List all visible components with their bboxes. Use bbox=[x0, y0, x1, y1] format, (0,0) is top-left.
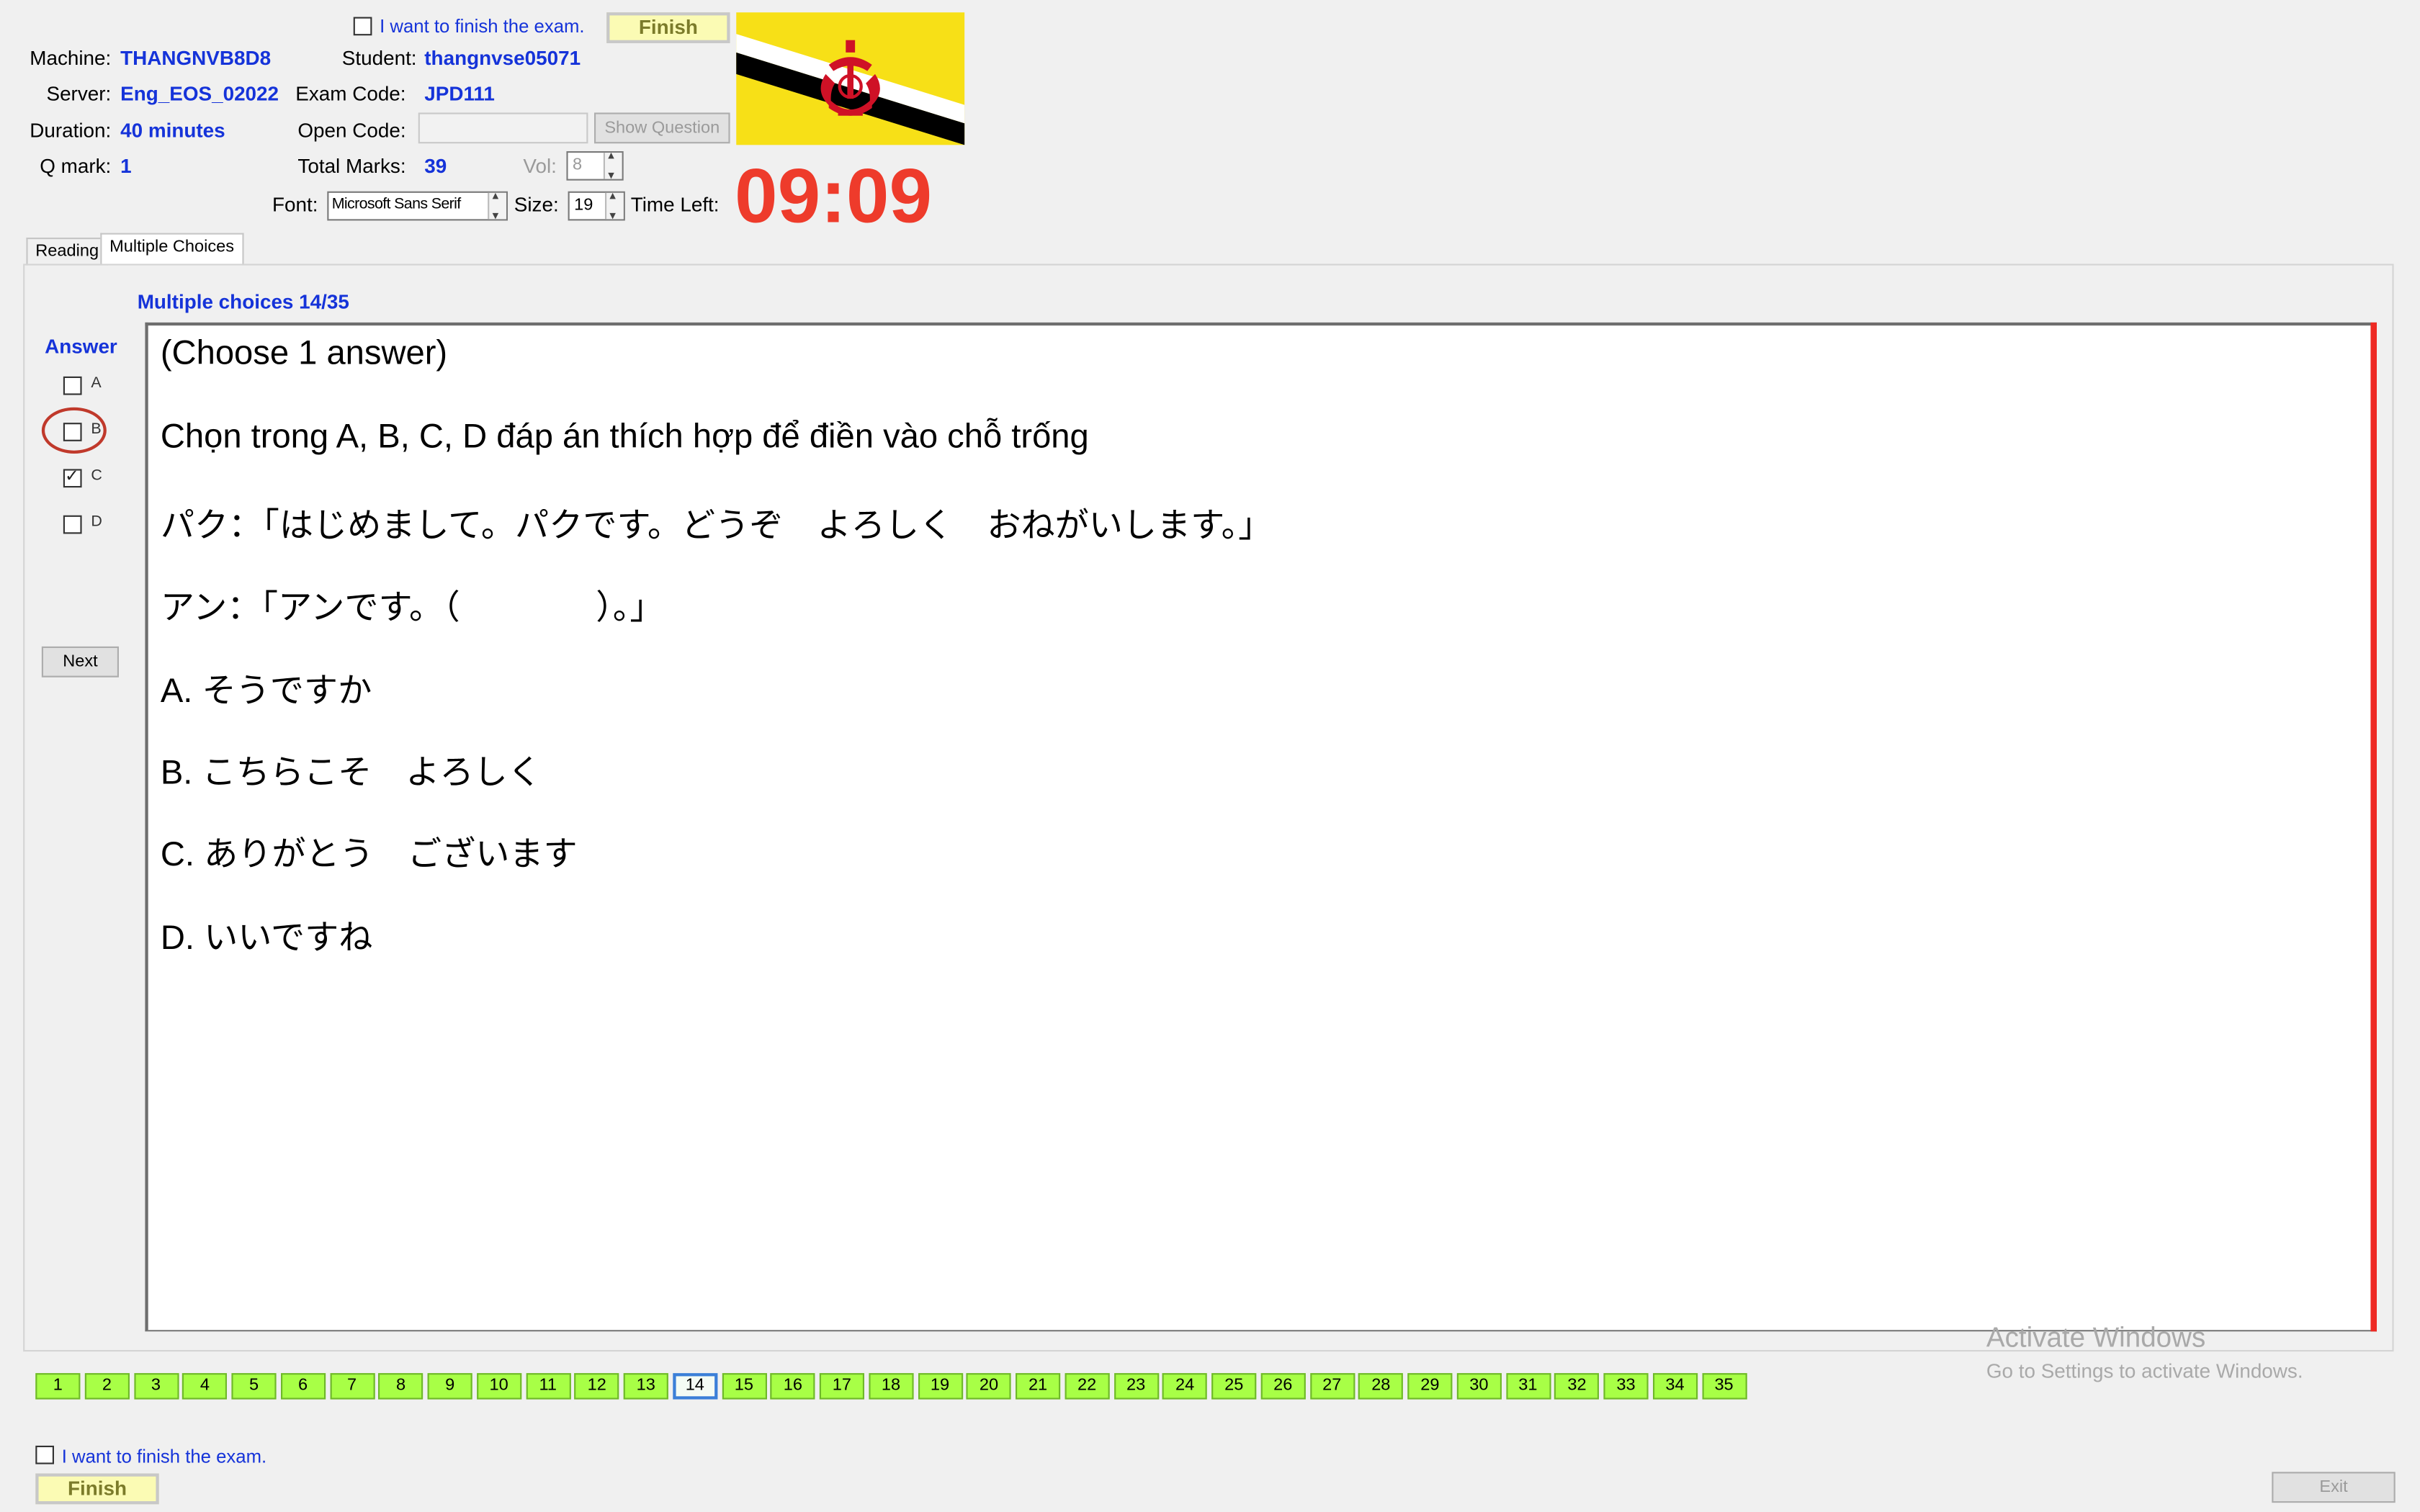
vol-spinner[interactable]: 8 bbox=[566, 148, 624, 182]
question-dialog-line-1: パク：「はじめまして。パクです。どうぞ よろしく おねがいします。」 bbox=[160, 505, 1273, 545]
question-dialog-line-2: アン：「アンです。（ ）。」 bbox=[160, 588, 664, 626]
question-number-button[interactable]: 35 bbox=[1701, 1373, 1747, 1400]
answer-label: Answer bbox=[45, 335, 117, 359]
question-number-button[interactable]: 19 bbox=[917, 1373, 963, 1400]
show-question-button[interactable]: Show Question bbox=[594, 112, 730, 144]
time-left-label: Time Left: bbox=[630, 192, 720, 216]
activate-windows-title: Activate Windows bbox=[1986, 1322, 2206, 1354]
machine-value: THANGNVB8D8 bbox=[120, 46, 272, 70]
question-number-button[interactable]: 29 bbox=[1407, 1373, 1453, 1400]
question-number-button[interactable]: 21 bbox=[1016, 1373, 1061, 1400]
question-content-box[interactable]: (Choose 1 answer) Chọn trong A, B, C, D … bbox=[145, 322, 2378, 1332]
size-value: 19 bbox=[574, 196, 593, 215]
qmark-value: 1 bbox=[120, 154, 132, 178]
font-value: Microsoft Sans Serif bbox=[331, 196, 462, 213]
question-number-button[interactable]: 17 bbox=[819, 1373, 864, 1400]
question-option-c: C. ありがとう ございます bbox=[160, 834, 578, 873]
question-number-button[interactable]: 6 bbox=[280, 1373, 326, 1400]
red-marker-bar bbox=[2370, 322, 2377, 1332]
open-code-input[interactable] bbox=[418, 112, 588, 144]
question-option-d: D. いいですね bbox=[160, 918, 373, 957]
question-number-button[interactable]: 22 bbox=[1065, 1373, 1110, 1400]
question-number-button[interactable]: 28 bbox=[1358, 1373, 1404, 1400]
answer-c-checkbox[interactable] bbox=[63, 466, 82, 488]
vol-value: 8 bbox=[573, 156, 583, 175]
finish-exam-checkbox-top[interactable] bbox=[353, 17, 372, 36]
question-number-button[interactable]: 1 bbox=[35, 1373, 81, 1400]
question-number-button[interactable]: 15 bbox=[721, 1373, 766, 1400]
question-number-button[interactable]: 14 bbox=[672, 1373, 717, 1400]
total-marks-value: 39 bbox=[424, 154, 447, 178]
question-number-button[interactable]: 33 bbox=[1603, 1373, 1649, 1400]
answer-a-label: A bbox=[91, 374, 102, 392]
question-instruction: (Choose 1 answer) bbox=[160, 333, 448, 372]
font-selector[interactable]: Microsoft Sans Serif bbox=[327, 188, 508, 222]
machine-label: Machine: bbox=[30, 46, 112, 70]
brunei-flag-image bbox=[736, 12, 965, 145]
question-number-button[interactable]: 12 bbox=[574, 1373, 619, 1400]
question-number-button[interactable]: 32 bbox=[1554, 1373, 1600, 1400]
tab-reading[interactable]: Reading bbox=[26, 238, 108, 266]
exit-button[interactable]: Exit bbox=[2272, 1472, 2396, 1503]
finish-exam-checkbox-bottom-label: I want to finish the exam. bbox=[61, 1445, 267, 1467]
red-circle-annotation bbox=[41, 407, 107, 454]
vol-spinner-arrows-icon[interactable] bbox=[603, 148, 622, 182]
question-number-button[interactable]: 7 bbox=[329, 1373, 375, 1400]
question-number-button[interactable]: 10 bbox=[476, 1373, 521, 1400]
exam-code-value: JPD111 bbox=[424, 81, 495, 105]
student-label: Student: bbox=[341, 46, 417, 70]
question-number-button[interactable]: 30 bbox=[1456, 1373, 1502, 1400]
question-number-button[interactable]: 18 bbox=[868, 1373, 914, 1400]
answer-a-checkbox[interactable] bbox=[63, 376, 82, 395]
question-number-button[interactable]: 2 bbox=[84, 1373, 130, 1400]
question-number-button[interactable]: 8 bbox=[378, 1373, 424, 1400]
question-number-button[interactable]: 9 bbox=[427, 1373, 472, 1400]
finish-button-top[interactable]: Finish bbox=[606, 12, 730, 43]
tab-multiple-choices[interactable]: Multiple Choices bbox=[100, 233, 243, 266]
font-label: Font: bbox=[272, 192, 318, 216]
size-label: Size: bbox=[514, 192, 559, 216]
question-number-button[interactable]: 24 bbox=[1162, 1373, 1208, 1400]
open-code-label: Open Code: bbox=[297, 119, 406, 143]
qmark-label: Q mark: bbox=[40, 154, 112, 178]
answer-c-label: C bbox=[91, 467, 102, 485]
question-number-button[interactable]: 13 bbox=[623, 1373, 668, 1400]
duration-label: Duration: bbox=[30, 119, 112, 143]
question-number-button[interactable]: 25 bbox=[1211, 1373, 1257, 1400]
exam-code-label: Exam Code: bbox=[295, 81, 406, 105]
size-spinner[interactable]: 19 bbox=[568, 188, 625, 222]
finish-exam-checkbox-bottom[interactable] bbox=[35, 1445, 54, 1464]
time-left-timer: 09:09 bbox=[734, 153, 933, 240]
question-number-button[interactable]: 20 bbox=[966, 1373, 1012, 1400]
question-number-button[interactable]: 5 bbox=[231, 1373, 277, 1400]
question-number-button[interactable]: 31 bbox=[1505, 1373, 1551, 1400]
question-number-button[interactable]: 27 bbox=[1309, 1373, 1355, 1400]
question-number-button[interactable]: 23 bbox=[1113, 1373, 1159, 1400]
exam-window: I want to finish the exam. Finish Machin… bbox=[0, 0, 2420, 1512]
server-value: Eng_EOS_02022 bbox=[120, 81, 279, 105]
question-number-button[interactable]: 11 bbox=[525, 1373, 570, 1400]
question-prompt: Chọn trong A, B, C, D đáp án thích hợp đ… bbox=[160, 416, 1089, 456]
font-spinner-arrows-icon[interactable] bbox=[488, 188, 506, 222]
answer-d-checkbox[interactable] bbox=[63, 515, 82, 534]
question-number-button[interactable]: 4 bbox=[182, 1373, 228, 1400]
student-value: thangnvse05071 bbox=[424, 46, 581, 70]
question-number-button[interactable]: 16 bbox=[770, 1373, 815, 1400]
question-heading: Multiple choices 14/35 bbox=[137, 289, 349, 313]
question-number-button[interactable]: 3 bbox=[133, 1373, 179, 1400]
next-button[interactable]: Next bbox=[41, 646, 119, 678]
question-number-button[interactable]: 26 bbox=[1260, 1373, 1306, 1400]
finish-exam-checkbox-top-label: I want to finish the exam. bbox=[380, 15, 585, 37]
vol-label: Vol: bbox=[523, 154, 557, 178]
server-label: Server: bbox=[46, 81, 112, 105]
question-option-b: B. こちらこそ よろしく bbox=[160, 752, 542, 792]
activate-windows-subtitle: Go to Settings to activate Windows. bbox=[1986, 1359, 2303, 1382]
total-marks-label: Total Marks: bbox=[297, 154, 406, 178]
question-number-button[interactable]: 34 bbox=[1652, 1373, 1698, 1400]
duration-value: 40 minutes bbox=[120, 119, 225, 143]
question-option-a: A. そうですか bbox=[160, 671, 372, 710]
answer-d-label: D bbox=[91, 513, 102, 531]
finish-button-bottom[interactable]: Finish bbox=[35, 1473, 159, 1505]
